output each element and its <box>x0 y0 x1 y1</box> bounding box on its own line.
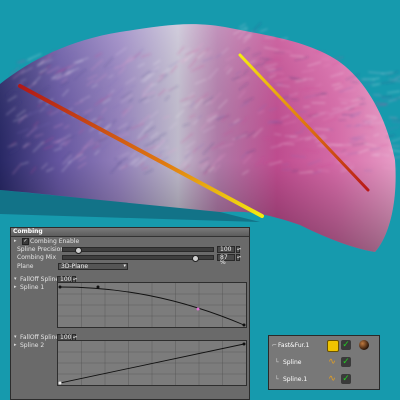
spline-precision-slider[interactable] <box>62 247 214 254</box>
expand-arrow-icon[interactable]: ▸ <box>14 342 17 349</box>
fur-strand <box>371 83 380 86</box>
fur-strand <box>368 71 385 74</box>
combing-mix-field[interactable]: 87 % <box>217 254 235 266</box>
combing-enable-label: Combing Enable <box>30 238 80 245</box>
combing-mix-label: Combing Mix <box>17 254 57 261</box>
spline-2-label: Spline 2 <box>20 342 45 349</box>
combing-enable-row: ▸ ✓ Combing Enable <box>14 238 244 245</box>
fastfur-icon[interactable] <box>327 340 339 352</box>
fur-strand <box>387 90 400 94</box>
spline-precision-knob[interactable] <box>74 247 82 254</box>
fur-strand <box>363 81 375 86</box>
object-row-fastfur[interactable]: ⌐ Fast&Fur.1 ✓ <box>269 338 379 353</box>
checkmark-icon[interactable]: ✓ <box>341 374 351 384</box>
fur-strand <box>391 138 400 142</box>
combing-enable-checkbox[interactable]: ✓ <box>22 238 29 245</box>
combing-mix-row: Combing Mix 87 % ▴▾ <box>14 254 246 266</box>
fur-strand <box>373 94 382 96</box>
object-name[interactable]: Spline.1 <box>283 372 307 387</box>
fur-strand <box>260 28 268 32</box>
object-name[interactable]: Spline <box>283 355 301 370</box>
combing-mix-slider[interactable] <box>62 255 214 262</box>
fur-strand <box>391 121 400 123</box>
fur-strand <box>389 116 398 119</box>
spline-1-graph[interactable] <box>57 282 247 328</box>
spline-1-label: Spline 1 <box>20 284 45 291</box>
plane-row: Plane 3D-Plane ▾ <box>14 263 246 270</box>
spline-precision-label: Spline Precision <box>17 246 65 253</box>
object-manager: ⌐ Fast&Fur.1 ✓ └ Spline ∿ ✓ └ Spline.1 ∿… <box>268 335 380 390</box>
fur-strand <box>386 70 399 76</box>
fur-strand <box>239 23 246 28</box>
spline-1-point[interactable] <box>196 307 200 311</box>
spline-1-point[interactable] <box>96 285 100 289</box>
checkmark-icon[interactable]: ✓ <box>341 340 351 350</box>
fur-strand <box>384 126 399 131</box>
spline-1-point[interactable] <box>242 323 246 327</box>
plane-dropdown-value: 3D-Plane <box>61 263 89 270</box>
fur-strand <box>17 59 26 64</box>
combing-mix-knob[interactable] <box>191 255 199 262</box>
fur-strand <box>380 81 396 84</box>
object-row-spline[interactable]: └ Spline ∿ ✓ <box>269 355 379 370</box>
spline-precision-row: Spline Precision 100 ▴▾ <box>14 246 246 254</box>
fur-strand <box>375 102 388 105</box>
combing-panel: Combing ▸ ✓ Combing Enable Spline Precis… <box>10 227 250 400</box>
expand-arrow-icon[interactable]: ▾ <box>14 334 17 341</box>
spline-icon[interactable]: ∿ <box>327 357 337 367</box>
fur-strand <box>391 118 400 121</box>
tree-line-icon: └ <box>275 359 279 366</box>
fur-strand <box>394 76 400 80</box>
plane-label: Plane <box>17 263 34 270</box>
expand-arrow-icon[interactable]: ▾ <box>14 276 17 283</box>
expand-arrow-icon[interactable]: ▸ <box>14 238 17 245</box>
spline-2-point[interactable] <box>58 381 62 385</box>
object-name[interactable]: Fast&Fur.1 <box>278 338 309 353</box>
spline-2-graph[interactable] <box>57 340 247 386</box>
combing-mix-spinner[interactable]: ▴▾ <box>236 254 241 261</box>
chevron-down-icon: ▾ <box>123 263 126 269</box>
fur-strand <box>388 97 400 103</box>
combing-panel-title: Combing <box>11 228 249 237</box>
material-tag-icon[interactable] <box>359 340 369 350</box>
fur-strand <box>388 78 400 82</box>
expand-arrow-icon[interactable]: ▸ <box>14 284 17 291</box>
plane-dropdown[interactable]: 3D-Plane ▾ <box>58 263 128 270</box>
spline-precision-field[interactable]: 100 <box>217 246 235 253</box>
fur-strand <box>381 95 393 98</box>
spline-precision-spinner[interactable]: ▴▾ <box>236 246 241 253</box>
fur-strand <box>359 79 369 81</box>
object-row-spline-1[interactable]: └ Spline.1 ∿ ✓ <box>269 372 379 387</box>
spline-1-point[interactable] <box>58 285 62 289</box>
spline-icon[interactable]: ∿ <box>327 374 337 384</box>
spline-2-point[interactable] <box>242 342 246 346</box>
checkmark-icon[interactable]: ✓ <box>341 357 351 367</box>
fur-strand <box>251 22 262 33</box>
tree-line-icon: ⌐ <box>272 342 278 349</box>
tree-line-icon: └ <box>275 376 279 383</box>
